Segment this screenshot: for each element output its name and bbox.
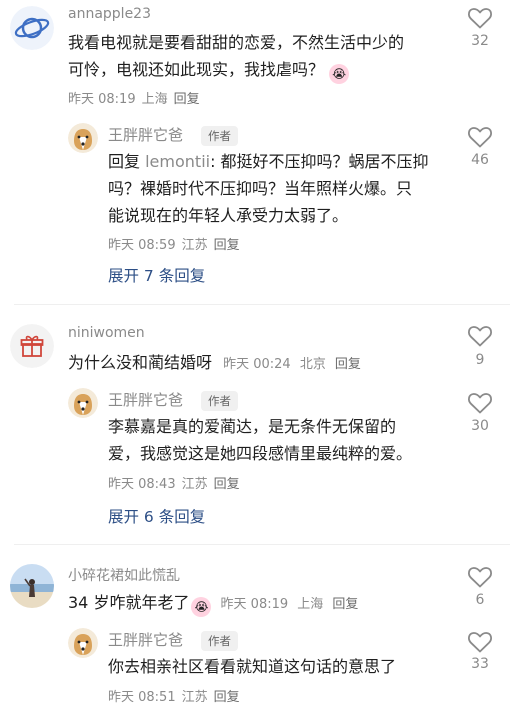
reply-username[interactable]: 王胖胖它爸 (108, 389, 183, 410)
like-heart-icon[interactable] (467, 125, 493, 149)
like-count: 32 (471, 33, 489, 49)
like-count: 30 (471, 418, 489, 434)
reply-text: 李慕嘉是真的爱蔺达，是无条件无保留的 爱，我感觉这是她四段感情里最纯粹的爱。 (108, 417, 413, 463)
avatar[interactable] (10, 324, 54, 368)
like-count: 33 (471, 656, 489, 672)
reply-button[interactable]: 回复 (214, 477, 240, 492)
avatar[interactable] (10, 6, 54, 50)
reply-button[interactable]: 回复 (332, 597, 358, 612)
like-heart-icon[interactable] (467, 6, 493, 30)
beach-photo-avatar-icon (10, 564, 54, 608)
reply-username[interactable]: 王胖胖它爸 (108, 124, 183, 145)
reply-button[interactable]: 回复 (214, 690, 240, 705)
comment-username[interactable]: niniwomen (68, 325, 145, 341)
reply-meta: 昨天 08:51 江苏 回复 (108, 690, 240, 705)
like-heart-icon[interactable] (467, 324, 493, 348)
reply-button[interactable]: 回复 (214, 238, 240, 253)
avatar[interactable] (10, 564, 54, 608)
reply-username[interactable]: 王胖胖它爸 (108, 629, 183, 650)
corgi-avatar-icon (68, 628, 98, 658)
reply-text: 回复 lemontii: 都挺好不压抑吗？蜗居不压抑 吗？裸婚时代不压抑吗？当年… (108, 152, 429, 225)
like-count: 6 (475, 592, 485, 608)
like-count: 46 (471, 152, 489, 168)
comment-line: 34 岁咋就年老了 😭 昨天 08:19 上海 回复 (68, 589, 358, 617)
avatar[interactable] (68, 123, 98, 153)
like-heart-icon[interactable] (467, 391, 493, 415)
mention-link[interactable]: lemontii (145, 152, 210, 171)
reply-meta: 昨天 08:59 江苏 回复 (108, 238, 240, 253)
reply-button[interactable]: 回复 (174, 92, 200, 107)
like-count: 9 (475, 352, 485, 368)
crying-emoji-icon: 😭 (191, 597, 212, 617)
planet-avatar-icon (10, 6, 54, 50)
reply-meta: 昨天 08:43 江苏 回复 (108, 477, 240, 492)
reply-text: 你去相亲社区看看就知道这句话的意思了 (108, 657, 397, 676)
expand-replies-button[interactable]: 展开 7 条回复 (108, 264, 205, 286)
gift-avatar-icon (10, 324, 54, 368)
like-heart-icon[interactable] (467, 565, 493, 589)
comment-username[interactable]: 小碎花裙如此慌乱 (68, 565, 180, 585)
expand-replies-button[interactable]: 展开 6 条回复 (108, 505, 205, 527)
divider (14, 304, 510, 305)
author-badge: 作者 (201, 126, 238, 146)
divider (14, 544, 510, 545)
author-badge: 作者 (201, 391, 238, 411)
reply-button[interactable]: 回复 (335, 357, 361, 372)
corgi-avatar-icon (68, 388, 98, 418)
crying-emoji-icon: 😭 (329, 64, 350, 84)
comment-line: 为什么没和蔺结婚呀 昨天 00:24 北京 回复 (68, 353, 361, 372)
avatar[interactable] (68, 388, 98, 418)
avatar[interactable] (68, 628, 98, 658)
corgi-avatar-icon (68, 123, 98, 153)
comment-meta: 昨天 08:19 上海 回复 (68, 92, 200, 107)
comment-username[interactable]: annapple23 (68, 6, 151, 22)
like-heart-icon[interactable] (467, 630, 493, 654)
comment-text: 为什么没和蔺结婚呀 (68, 353, 213, 372)
author-badge: 作者 (201, 631, 238, 651)
comment-text: 34 岁咋就年老了 (68, 593, 190, 612)
comment-text: 我看电视就是要看甜甜的恋爱，不然生活中少的 可怜，电视还如此现实，我找虐吗？ 😭 (68, 29, 448, 84)
